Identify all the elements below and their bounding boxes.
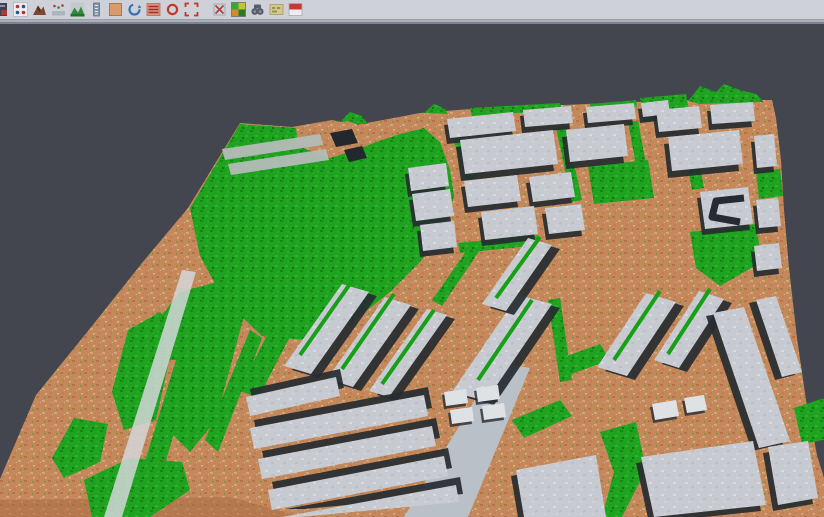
measure-icon[interactable] <box>268 2 284 18</box>
profile-view-icon <box>51 2 66 17</box>
zoom-extents-icon[interactable] <box>183 2 199 18</box>
profile-view-icon[interactable] <box>50 2 66 18</box>
terrain-shade-icon <box>70 2 85 17</box>
zoom-target-icon <box>165 2 180 17</box>
vegetation-patch <box>588 160 654 204</box>
orbit-3d-icon[interactable] <box>126 2 142 18</box>
shed-roof <box>684 395 707 413</box>
viewport-bezel-inner <box>0 22 824 24</box>
deselect-icon <box>212 2 227 17</box>
building-roof <box>529 172 575 202</box>
z-scale-icon[interactable] <box>88 2 104 18</box>
zoom-extents-icon <box>184 2 199 17</box>
open-file-icon <box>0 2 9 17</box>
viewport-3d[interactable] <box>0 20 824 517</box>
z-scale-icon <box>89 2 104 17</box>
shed-roof <box>444 389 468 406</box>
flag-icon[interactable] <box>287 2 303 18</box>
classification-colors-icon[interactable] <box>230 2 246 18</box>
point-cloud-scene <box>0 20 824 517</box>
shed-roof <box>482 403 506 420</box>
deselect-icon[interactable] <box>211 2 227 18</box>
flag-icon <box>288 2 303 17</box>
main-toolbar <box>0 0 824 20</box>
shed-roof <box>476 385 500 402</box>
building-roof <box>408 163 449 191</box>
building-roof <box>710 102 755 124</box>
orbit-3d-icon <box>127 2 142 17</box>
open-file-icon[interactable] <box>0 2 9 18</box>
building-roof <box>545 204 585 234</box>
points-display-icon[interactable] <box>12 2 28 18</box>
binoculars-icon <box>250 2 265 17</box>
tin-surface-icon <box>32 2 47 17</box>
building-roof <box>412 189 454 221</box>
ortho-image-icon[interactable] <box>107 2 123 18</box>
building-roof <box>754 134 777 168</box>
cross-section-icon <box>146 2 161 17</box>
building-roof <box>420 221 457 251</box>
vegetation-patch <box>756 169 783 199</box>
viewport-bezel <box>0 20 824 22</box>
zoom-target-icon[interactable] <box>164 2 180 18</box>
building-roof <box>754 243 782 271</box>
terrain-shade-icon[interactable] <box>69 2 85 18</box>
application-window <box>0 0 824 517</box>
building-roof <box>566 124 628 162</box>
classification-colors-icon <box>231 2 246 17</box>
cross-section-icon[interactable] <box>145 2 161 18</box>
binoculars-icon[interactable] <box>249 2 265 18</box>
tin-surface-icon[interactable] <box>31 2 47 18</box>
building-roof <box>656 106 702 132</box>
points-display-icon <box>13 2 28 17</box>
shed-roof <box>450 407 474 424</box>
building-roof <box>668 130 743 171</box>
measure-icon <box>269 2 284 17</box>
building-roof <box>756 198 781 228</box>
toolbar-buttons <box>0 0 303 20</box>
building-roof <box>481 206 538 240</box>
ortho-image-icon <box>108 2 123 17</box>
